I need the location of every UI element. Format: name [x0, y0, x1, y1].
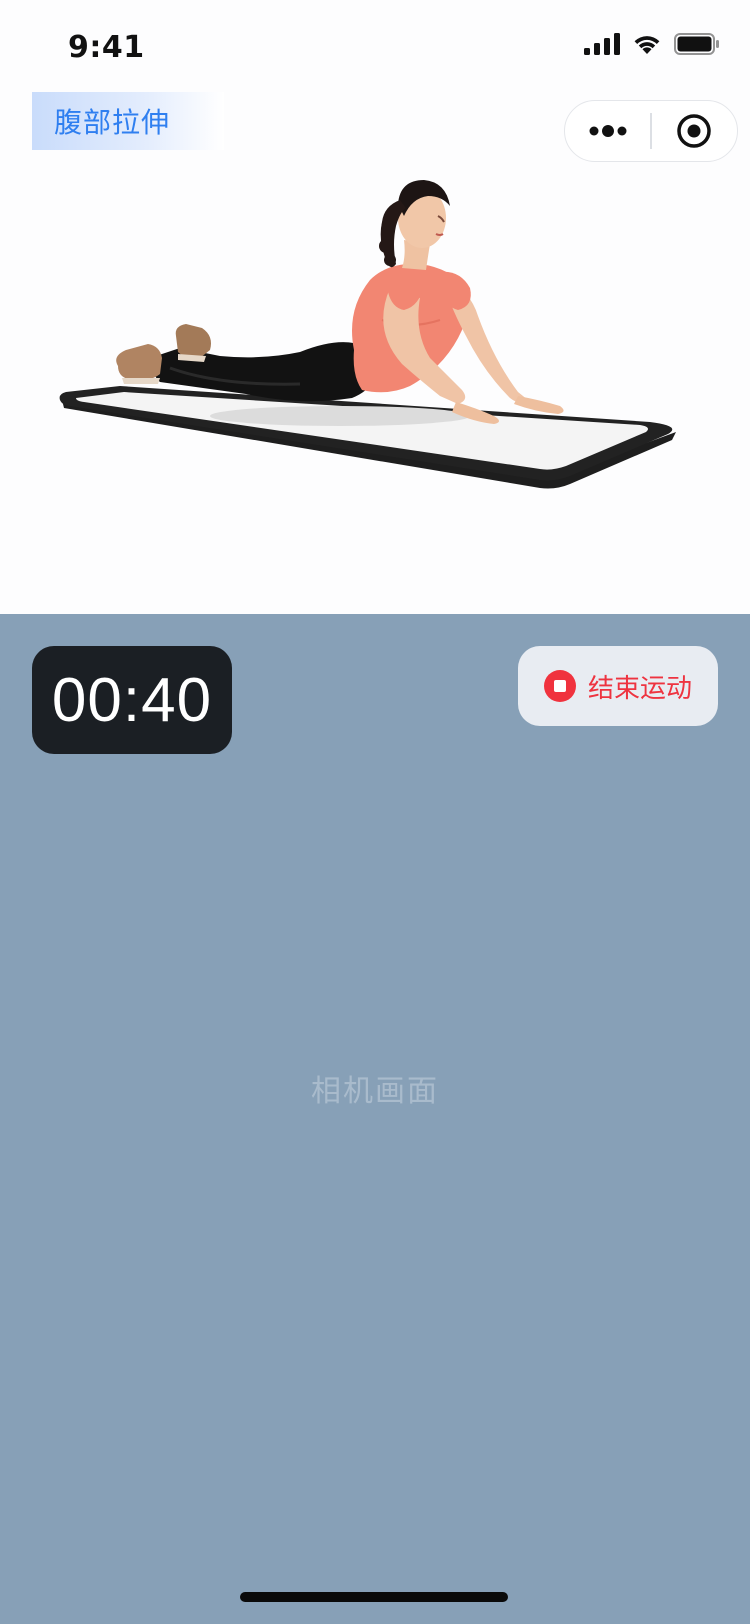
- miniprogram-capsule: [564, 100, 738, 162]
- demo-panel: 9:41 腹部拉伸: [0, 0, 750, 614]
- close-button[interactable]: [652, 101, 737, 161]
- camera-placeholder: 相机画面: [311, 1074, 439, 1109]
- battery-icon: [674, 33, 719, 55]
- more-button[interactable]: [565, 101, 650, 161]
- end-workout-button[interactable]: 结束运动: [518, 646, 718, 726]
- signal-icon: [584, 33, 620, 55]
- stop-circle-icon: [543, 670, 576, 702]
- more-dots-icon: [589, 125, 627, 137]
- page-title-text: 腹部拉伸: [54, 106, 171, 139]
- page-title: 腹部拉伸: [32, 92, 224, 150]
- status-time: 9:41: [68, 30, 145, 65]
- workout-timer: 00:40: [32, 646, 232, 754]
- status-icons: [584, 33, 720, 55]
- workout-screen: 9:41 腹部拉伸 00:40 结束运动 相机画面: [0, 0, 750, 1624]
- wifi-icon: [634, 36, 660, 54]
- end-workout-label: 结束运动: [587, 673, 692, 704]
- exercise-demo-image: [59, 180, 676, 489]
- home-indicator: [240, 1592, 508, 1602]
- target-circle-icon: [677, 114, 712, 148]
